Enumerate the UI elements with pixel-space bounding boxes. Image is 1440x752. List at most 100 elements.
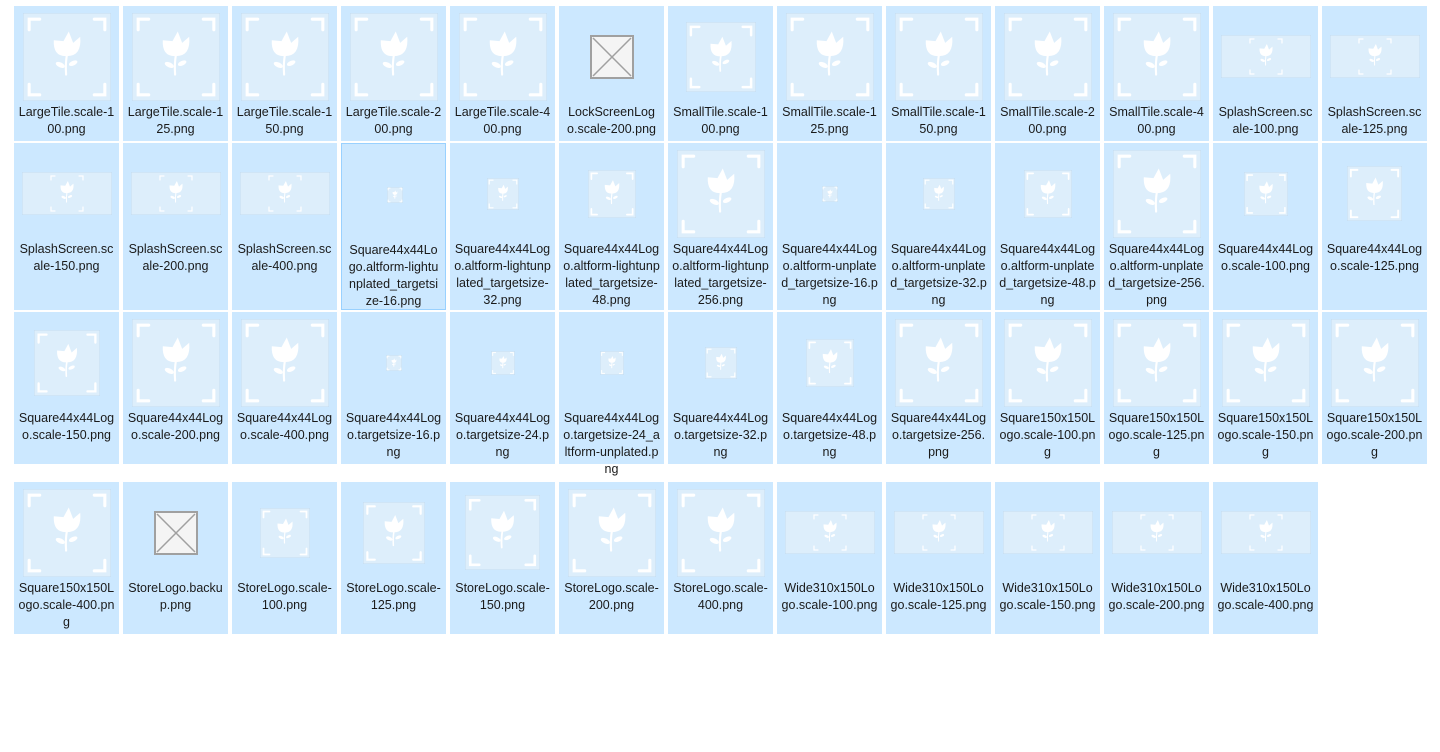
file-thumbnail — [16, 314, 117, 411]
file-item[interactable]: SmallTile.scale-150.png — [886, 6, 991, 141]
file-item[interactable]: StoreLogo.scale-400.png — [668, 482, 773, 634]
file-name: SmallTile.scale-150.png — [891, 105, 986, 136]
file-item[interactable]: Square150x150Logo.scale-200.png — [1322, 312, 1427, 464]
file-item[interactable]: LargeTile.scale-150.png — [232, 6, 337, 141]
file-name: Square150x150Logo.scale-150.png — [1217, 411, 1314, 459]
broken-image-icon — [153, 510, 198, 555]
file-item[interactable]: Square44x44Logo.targetsize-48.png — [777, 312, 882, 464]
file-thumbnail — [997, 8, 1098, 105]
file-name: StoreLogo.scale-150.png — [455, 581, 550, 612]
flower-small-icon — [805, 338, 854, 387]
file-item[interactable]: SplashScreen.scale-150.png — [14, 143, 119, 310]
file-item[interactable]: Square44x44Logo.altform-unplated_targets… — [886, 143, 991, 310]
file-item[interactable]: StoreLogo.scale-100.png — [232, 482, 337, 634]
flower-tile-icon — [131, 318, 220, 407]
file-thumbnail — [1106, 145, 1207, 242]
file-item[interactable]: Square44x44Logo.scale-100.png — [1213, 143, 1318, 310]
file-item[interactable]: Square44x44Logo.scale-200.png — [123, 312, 228, 464]
file-item[interactable]: SmallTile.scale-400.png — [1104, 6, 1209, 141]
file-item[interactable]: LargeTile.scale-100.png — [14, 6, 119, 141]
flower-tile-icon — [894, 318, 983, 407]
file-name: Square44x44Logo.targetsize-24.png — [454, 411, 551, 459]
file-item[interactable]: LargeTile.scale-125.png — [123, 6, 228, 141]
file-item[interactable]: LargeTile.scale-200.png — [341, 6, 446, 141]
file-item[interactable]: SmallTile.scale-125.png — [777, 6, 882, 141]
file-item[interactable]: Square44x44Logo.altform-unplated_targets… — [995, 143, 1100, 310]
file-item[interactable]: StoreLogo.scale-200.png — [559, 482, 664, 634]
file-name: SmallTile.scale-400.png — [1109, 105, 1204, 136]
file-thumbnail — [1215, 314, 1316, 411]
flower-wide-icon — [893, 511, 984, 554]
flower-small-icon — [486, 177, 519, 210]
flower-small-icon — [821, 185, 838, 202]
file-thumbnail — [888, 145, 989, 242]
file-thumbnail — [1324, 314, 1425, 411]
file-item[interactable]: SplashScreen.scale-200.png — [123, 143, 228, 310]
file-item[interactable]: Square44x44Logo.scale-150.png — [14, 312, 119, 464]
file-thumbnail — [343, 8, 444, 105]
file-item[interactable]: StoreLogo.scale-150.png — [450, 482, 555, 634]
file-item[interactable]: SplashScreen.scale-125.png — [1322, 6, 1427, 141]
file-item[interactable]: SplashScreen.scale-400.png — [232, 143, 337, 310]
flower-tile-icon — [131, 12, 220, 101]
file-item[interactable]: Square44x44Logo.targetsize-24.png — [450, 312, 555, 464]
file-name: StoreLogo.scale-200.png — [564, 581, 659, 612]
file-thumbnail — [452, 484, 553, 581]
file-item[interactable]: Square44x44Logo.altform-lightunplated_ta… — [668, 143, 773, 310]
file-item[interactable]: Square44x44Logo.targetsize-24_altform-un… — [559, 312, 664, 476]
file-item[interactable]: Square150x150Logo.scale-100.png — [995, 312, 1100, 464]
file-name: SplashScreen.scale-200.png — [128, 242, 223, 273]
file-item[interactable]: Square150x150Logo.scale-150.png — [1213, 312, 1318, 464]
file-thumbnail — [779, 314, 880, 411]
file-item[interactable]: Square44x44Logo.scale-400.png — [232, 312, 337, 464]
file-item[interactable]: Square44x44Logo.altform-lightunplated_ta… — [341, 143, 446, 310]
file-item[interactable]: Square44x44Logo.altform-lightunplated_ta… — [450, 143, 555, 310]
file-thumbnail — [670, 484, 771, 581]
file-thumbnail — [16, 145, 117, 242]
file-name: LargeTile.scale-400.png — [454, 105, 551, 136]
file-thumbnail — [452, 145, 553, 242]
flower-small-icon — [362, 501, 425, 564]
file-name: Square44x44Logo.altform-lightunplated_ta… — [563, 242, 660, 307]
flower-tile-icon — [1003, 12, 1092, 101]
file-item[interactable]: LockScreenLogo.scale-200.png — [559, 6, 664, 141]
file-item[interactable]: Square150x150Logo.scale-400.png — [14, 482, 119, 634]
file-thumbnail — [125, 484, 226, 581]
file-name: Wide310x150Logo.scale-200.png — [1108, 581, 1205, 612]
file-item[interactable]: StoreLogo.backup.png — [123, 482, 228, 634]
file-item[interactable]: Wide310x150Logo.scale-400.png — [1213, 482, 1318, 634]
file-item[interactable]: Square44x44Logo.altform-lightunplated_ta… — [559, 143, 664, 310]
file-name: Square44x44Logo.targetsize-24_altform-un… — [563, 411, 660, 476]
file-item[interactable]: Square44x44Logo.altform-unplated_targets… — [777, 143, 882, 310]
flower-wide-icon — [1220, 511, 1311, 554]
file-item[interactable]: Square150x150Logo.scale-125.png — [1104, 312, 1209, 464]
flower-tile-icon — [685, 21, 756, 92]
file-name: SplashScreen.scale-400.png — [237, 242, 332, 273]
file-name: SplashScreen.scale-125.png — [1327, 105, 1422, 136]
file-item[interactable]: Wide310x150Logo.scale-100.png — [777, 482, 882, 634]
file-thumbnail — [888, 8, 989, 105]
file-item[interactable]: Square44x44Logo.altform-unplated_targets… — [1104, 143, 1209, 310]
file-item[interactable]: Wide310x150Logo.scale-125.png — [886, 482, 991, 634]
flower-wide-icon — [239, 172, 330, 215]
file-item[interactable]: SmallTile.scale-100.png — [668, 6, 773, 141]
file-name: Square44x44Logo.scale-150.png — [18, 411, 115, 442]
flower-small-icon — [704, 346, 737, 379]
file-item[interactable]: Square44x44Logo.targetsize-32.png — [668, 312, 773, 464]
file-item[interactable]: Square44x44Logo.scale-125.png — [1322, 143, 1427, 310]
flower-tile-icon — [785, 12, 874, 101]
file-item[interactable]: SplashScreen.scale-100.png — [1213, 6, 1318, 141]
flower-small-icon — [587, 169, 636, 218]
file-item[interactable]: Square44x44Logo.targetsize-256.png — [886, 312, 991, 464]
file-thumbnail — [561, 314, 662, 411]
file-item[interactable]: Square44x44Logo.targetsize-16.png — [341, 312, 446, 464]
file-item[interactable]: StoreLogo.scale-125.png — [341, 482, 446, 634]
file-name: LockScreenLogo.scale-200.png — [567, 105, 656, 136]
file-item[interactable]: SmallTile.scale-200.png — [995, 6, 1100, 141]
file-item[interactable]: Wide310x150Logo.scale-150.png — [995, 482, 1100, 634]
flower-tile-icon — [1112, 318, 1201, 407]
file-item[interactable]: Wide310x150Logo.scale-200.png — [1104, 482, 1209, 634]
flower-small-icon — [465, 495, 540, 570]
flower-tile-icon — [240, 12, 329, 101]
file-item[interactable]: LargeTile.scale-400.png — [450, 6, 555, 141]
